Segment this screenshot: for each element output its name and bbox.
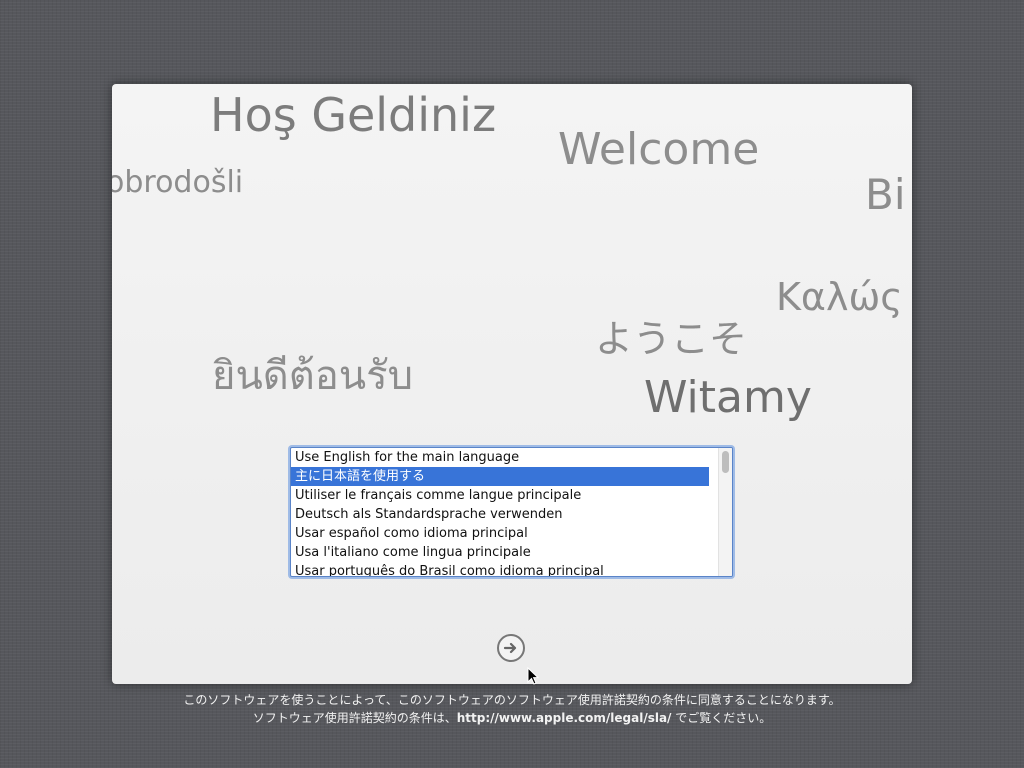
language-item-italian[interactable]: Usa l'italiano come lingua principale	[291, 543, 709, 562]
greeting-italian: Bi	[865, 170, 906, 219]
language-item-spanish[interactable]: Usar español como idioma principal	[291, 524, 709, 543]
license-line-2-suffix: でご覧ください。	[671, 711, 772, 725]
greeting-turkish: Hoş Geldiniz	[210, 88, 497, 142]
scrollbar-thumb[interactable]	[722, 451, 729, 473]
greeting-thai: ยินดีต้อนรับ	[212, 353, 413, 399]
greeting-greek: Καλώς	[776, 275, 903, 319]
license-notice: このソフトウェアを使うことによって、このソフトウェアのソフトウェア使用許諾契約の…	[0, 691, 1024, 708]
language-item-german[interactable]: Deutsch als Standardsprache verwenden	[291, 505, 709, 524]
license-link-line: ソフトウェア使用許諾契約の条件は、http://www.apple.com/le…	[0, 709, 1024, 726]
language-item-japanese[interactable]: 主に日本語を使用する	[291, 467, 709, 486]
mouse-cursor-icon	[527, 667, 539, 685]
arrow-right-icon	[503, 642, 517, 654]
language-item-english[interactable]: Use English for the main language	[291, 448, 709, 467]
welcome-panel: Hoş Geldiniz Welcome obrodošli Bi Καλώς …	[112, 84, 912, 684]
greeting-japanese: ようこそ	[595, 317, 748, 361]
next-button[interactable]	[497, 634, 525, 662]
license-url-link[interactable]: http://www.apple.com/legal/sla/	[457, 711, 672, 725]
language-item-french[interactable]: Utiliser le français comme langue princi…	[291, 486, 709, 505]
greeting-english: Welcome	[558, 124, 760, 175]
language-item-portuguese-brazil[interactable]: Usar português do Brasil como idioma pri…	[291, 562, 709, 576]
license-line-2-prefix: ソフトウェア使用許諾契約の条件は、	[252, 711, 457, 725]
greeting-polish: Witamy	[644, 372, 812, 423]
language-list-scrollbar[interactable]	[718, 448, 732, 576]
language-list[interactable]: Use English for the main language 主に日本語を…	[290, 447, 733, 577]
greeting-croatian: obrodošli	[112, 165, 244, 200]
license-line-1: このソフトウェアを使うことによって、このソフトウェアのソフトウェア使用許諾契約の…	[183, 693, 841, 707]
